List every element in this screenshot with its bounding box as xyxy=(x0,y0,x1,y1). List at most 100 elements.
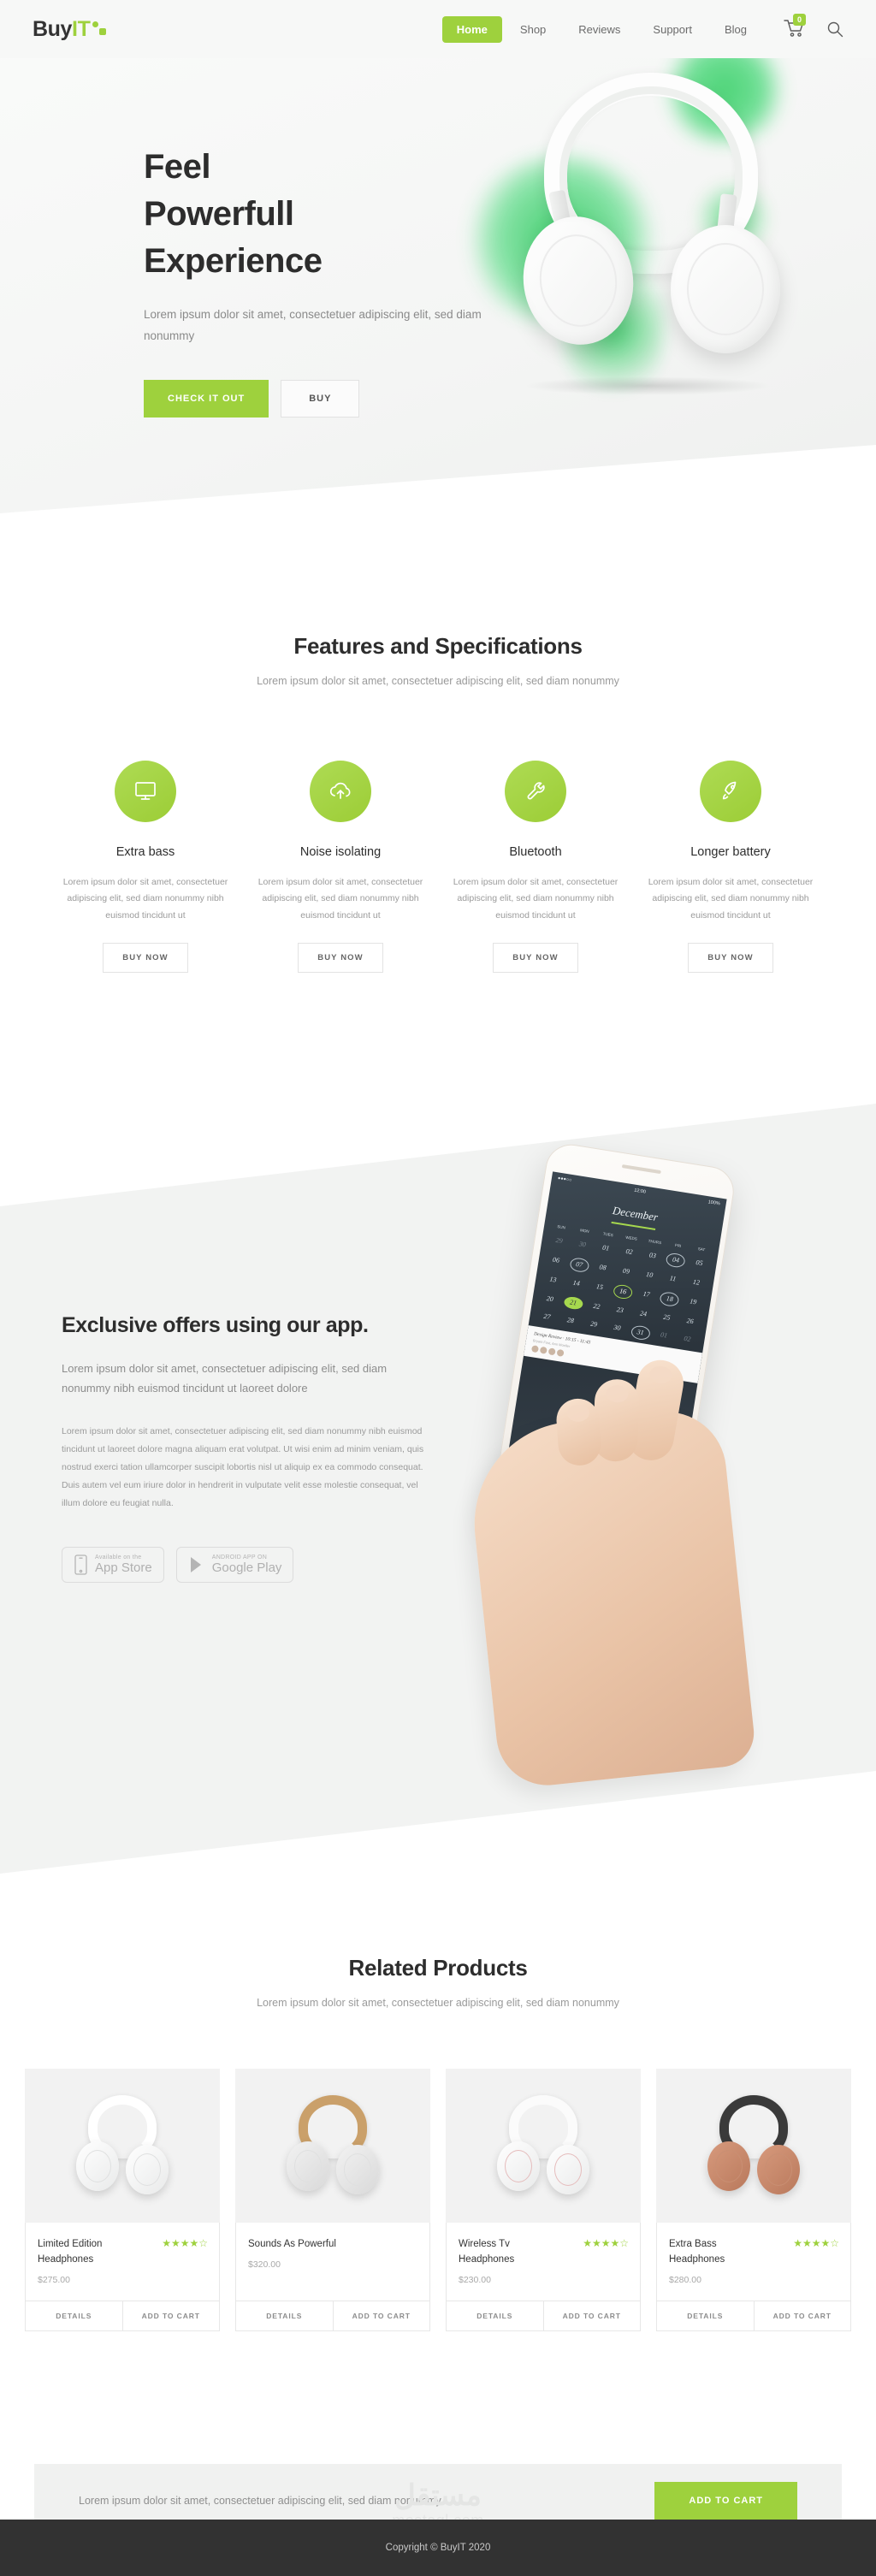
calendar-day[interactable]: 22 xyxy=(586,1300,607,1314)
feature-text: Lorem ipsum dolor sit amet, consectetuer… xyxy=(648,877,814,921)
feature-card-extra-bass: Extra bass Lorem ipsum dolor sit amet, c… xyxy=(48,761,243,974)
cart-button[interactable]: 0 xyxy=(784,14,807,40)
app-store-badge[interactable]: Available on the App Store xyxy=(62,1546,164,1583)
product-details-button[interactable]: DETAILS xyxy=(657,2301,755,2330)
site-footer: Copyright © BuyIT 2020 xyxy=(0,2520,876,2576)
buy-now-button[interactable]: BUY NOW xyxy=(298,943,383,974)
product-details-button[interactable]: DETAILS xyxy=(26,2301,123,2330)
product-meta: Wireless Tv Headphones $230.00 ★★★★☆ xyxy=(446,2223,641,2301)
calendar-day[interactable]: 01 xyxy=(654,1328,674,1344)
calendar-day[interactable]: 16 xyxy=(613,1283,634,1300)
feature-card-noise-isolating: Noise isolating Lorem ipsum dolor sit am… xyxy=(243,761,438,974)
products-grid: Limited Edition Headphones $275.00 ★★★★☆… xyxy=(0,2069,876,2331)
features-title: Features and Specifications xyxy=(293,633,583,659)
calendar-day[interactable]: 14 xyxy=(565,1276,586,1293)
calendar-day[interactable]: 10 xyxy=(639,1268,660,1284)
iphone-icon xyxy=(74,1554,87,1575)
feature-title: Longer battery xyxy=(690,845,771,859)
calendar-day[interactable]: 29 xyxy=(583,1317,604,1333)
nav-item-home[interactable]: Home xyxy=(441,15,502,43)
product-price: $230.00 xyxy=(459,2274,491,2285)
calendar-day-selected[interactable]: 21 xyxy=(563,1295,584,1311)
hero-paragraph: Lorem ipsum dolor sit amet, consectetuer… xyxy=(144,307,482,342)
feature-icon-badge xyxy=(310,761,371,822)
main-navigation: Home Shop Reviews Support Blog 0 xyxy=(441,14,843,43)
calendar-day[interactable]: 30 xyxy=(607,1321,627,1337)
hero-title-line-3: Experience xyxy=(144,242,323,281)
product-card[interactable]: Wireless Tv Headphones $230.00 ★★★★☆ DET… xyxy=(446,2069,641,2331)
calendar-day[interactable]: 17 xyxy=(636,1288,656,1304)
calendar-day[interactable]: 19 xyxy=(683,1294,703,1311)
logo[interactable]: Buy IT xyxy=(33,17,110,42)
calendar-day[interactable]: 24 xyxy=(633,1306,654,1321)
calendar-day[interactable]: 02 xyxy=(619,1245,639,1261)
calendar-day[interactable]: 18 xyxy=(659,1290,680,1308)
calendar-day[interactable]: 30 xyxy=(572,1237,593,1253)
calendar-day[interactable]: 01 xyxy=(595,1241,616,1258)
calendar-day[interactable]: 11 xyxy=(662,1271,683,1288)
hero-copy: Feel Powerfull Experience Lorem ipsum do… xyxy=(144,144,486,417)
calendar-day[interactable]: 02 xyxy=(677,1332,697,1348)
calendar-day[interactable]: 26 xyxy=(680,1314,701,1329)
calendar-day[interactable]: 25 xyxy=(656,1311,677,1325)
calendar-day[interactable]: 06 xyxy=(546,1253,566,1270)
calendar-day[interactable]: 04 xyxy=(665,1252,687,1269)
app-promo-section: Exclusive offers using our app. Lorem ip… xyxy=(0,1104,876,1874)
product-price: $320.00 xyxy=(248,2259,281,2270)
nav-item-support[interactable]: Support xyxy=(638,16,707,43)
day-header: MON xyxy=(579,1228,590,1234)
calendar-day[interactable]: 13 xyxy=(542,1272,563,1288)
google-play-badge[interactable]: ANDROID APP ON Google Play xyxy=(175,1546,294,1583)
features-subtitle: Lorem ipsum dolor sit amet, consectetuer… xyxy=(257,675,619,687)
cta-add-to-cart-button[interactable]: ADD TO CART xyxy=(654,2482,797,2520)
product-details-button[interactable]: DETAILS xyxy=(236,2301,334,2330)
product-card[interactable]: Sounds As Powerful $320.00 DETAILS ADD T… xyxy=(235,2069,430,2331)
calendar-day[interactable]: 31 xyxy=(630,1324,651,1341)
calendar-day[interactable]: 07 xyxy=(568,1256,590,1274)
product-meta: Limited Edition Headphones $275.00 ★★★★☆ xyxy=(25,2223,220,2301)
calendar-day[interactable]: 29 xyxy=(548,1234,569,1250)
product-rating-stars: ★★★★☆ xyxy=(162,2237,208,2249)
calendar-day[interactable]: 15 xyxy=(589,1280,610,1296)
search-button[interactable] xyxy=(826,21,843,38)
features-section: Features and Specifications Lorem ipsum … xyxy=(0,633,876,974)
calendar-day[interactable]: 09 xyxy=(616,1264,636,1281)
buy-now-button[interactable]: BUY NOW xyxy=(103,943,188,974)
battery-label: 100% xyxy=(707,1199,721,1207)
buy-button[interactable]: BUY xyxy=(281,379,360,417)
calendar-day[interactable]: 20 xyxy=(540,1292,560,1306)
signal-icon: ●●●○○ xyxy=(557,1175,572,1183)
nav-item-blog[interactable]: Blog xyxy=(710,16,761,43)
product-name: Sounds As Powerful xyxy=(248,2239,336,2249)
calendar-day[interactable]: 05 xyxy=(689,1256,709,1272)
rocket-icon xyxy=(722,781,737,800)
day-header: SUN xyxy=(557,1224,566,1230)
product-details-button[interactable]: DETAILS xyxy=(447,2301,544,2330)
calendar-day[interactable]: 03 xyxy=(642,1248,663,1264)
calendar-day[interactable]: 12 xyxy=(686,1276,707,1292)
calendar-day[interactable]: 08 xyxy=(592,1260,613,1276)
nav-item-shop[interactable]: Shop xyxy=(506,16,560,43)
calendar-day[interactable]: 28 xyxy=(559,1313,580,1329)
buy-now-button[interactable]: BUY NOW xyxy=(688,943,773,974)
product-add-to-cart-button[interactable]: ADD TO CART xyxy=(333,2301,429,2330)
calendar-day[interactable]: 27 xyxy=(536,1310,557,1326)
product-rating-stars: ★★★★☆ xyxy=(583,2237,629,2249)
hero-section: Feel Powerfull Experience Lorem ipsum do… xyxy=(0,0,876,513)
product-meta: Sounds As Powerful $320.00 xyxy=(235,2223,430,2301)
headphones-illustration xyxy=(515,73,797,381)
nav-item-reviews[interactable]: Reviews xyxy=(564,16,635,43)
logo-text-it: IT xyxy=(72,16,91,41)
product-add-to-cart-button[interactable]: ADD TO CART xyxy=(122,2301,219,2330)
product-add-to-cart-button[interactable]: ADD TO CART xyxy=(543,2301,640,2330)
product-price: $280.00 xyxy=(669,2274,701,2285)
buy-now-button[interactable]: BUY NOW xyxy=(493,943,578,974)
feature-title: Extra bass xyxy=(115,845,175,859)
calendar-day[interactable]: 23 xyxy=(610,1303,630,1318)
product-price: $275.00 xyxy=(38,2274,70,2285)
product-card[interactable]: Limited Edition Headphones $275.00 ★★★★☆… xyxy=(25,2069,220,2331)
product-card[interactable]: Extra Bass Headphones $280.00 ★★★★☆ DETA… xyxy=(656,2069,851,2331)
check-it-out-button[interactable]: CHECK IT OUT xyxy=(144,379,269,417)
product-add-to-cart-button[interactable]: ADD TO CART xyxy=(754,2301,850,2330)
search-icon xyxy=(827,21,843,38)
